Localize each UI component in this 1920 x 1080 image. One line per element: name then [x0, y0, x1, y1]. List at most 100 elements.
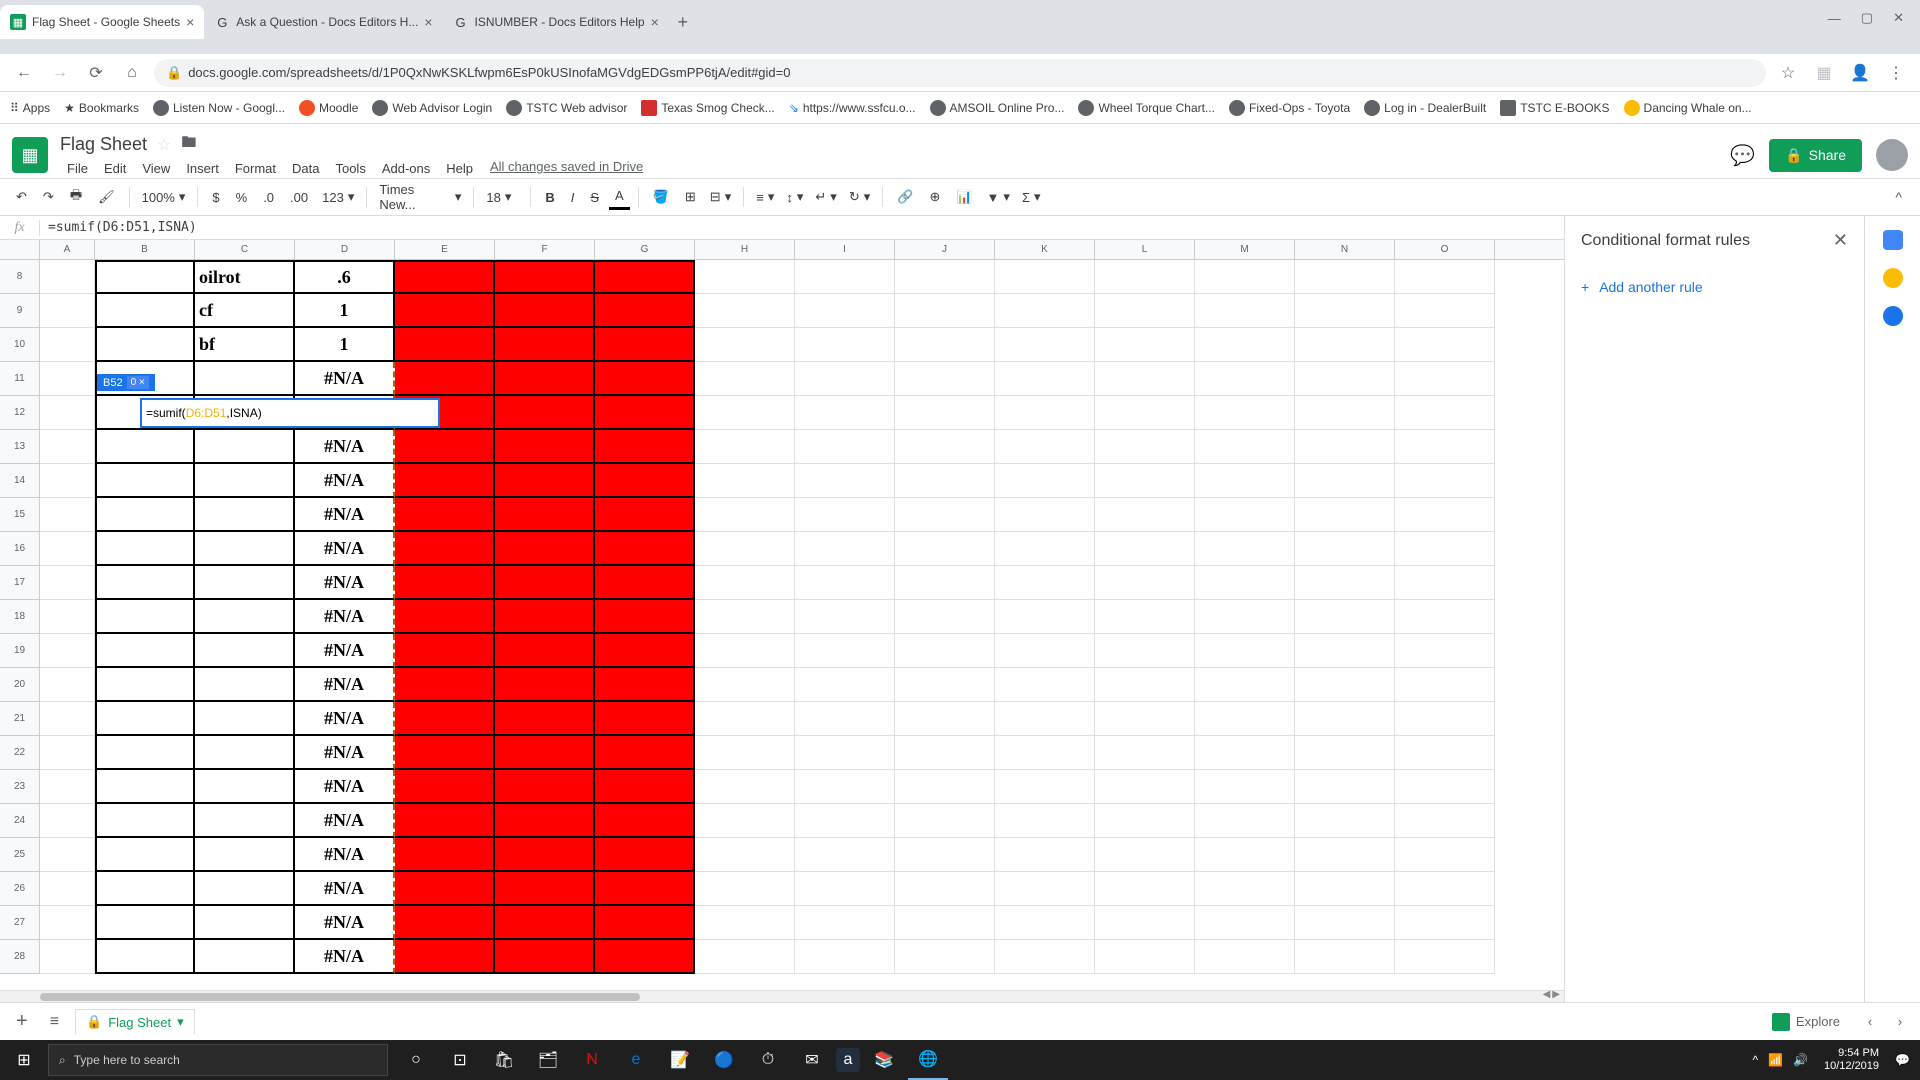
- text-color-icon[interactable]: A: [609, 184, 630, 210]
- row-header[interactable]: 21: [0, 702, 40, 736]
- cell[interactable]: [495, 362, 595, 396]
- cell[interactable]: [1395, 940, 1495, 974]
- cell[interactable]: [695, 940, 795, 974]
- cell[interactable]: [195, 804, 295, 838]
- cell[interactable]: [795, 634, 895, 668]
- cell[interactable]: [995, 940, 1095, 974]
- functions-icon[interactable]: Σ▾: [1018, 187, 1045, 207]
- cell[interactable]: [1095, 328, 1195, 362]
- number-format-select[interactable]: 123▾: [318, 187, 358, 207]
- cell[interactable]: #N/A: [295, 838, 395, 872]
- cell[interactable]: [1295, 668, 1395, 702]
- row-header[interactable]: 9: [0, 294, 40, 328]
- chart-icon[interactable]: 📊: [950, 185, 978, 209]
- row-header[interactable]: 8: [0, 260, 40, 294]
- cell[interactable]: [895, 362, 995, 396]
- cell[interactable]: [595, 396, 695, 430]
- cell[interactable]: [1295, 736, 1395, 770]
- cell[interactable]: [40, 838, 95, 872]
- bookmark-item[interactable]: Fixed-Ops - Toyota: [1229, 100, 1350, 116]
- cell[interactable]: [795, 736, 895, 770]
- cell[interactable]: [995, 464, 1095, 498]
- task-view-icon[interactable]: ⊡: [440, 1040, 480, 1080]
- cell[interactable]: #N/A: [295, 634, 395, 668]
- cell[interactable]: [40, 940, 95, 974]
- cell[interactable]: [595, 736, 695, 770]
- cell[interactable]: [40, 668, 95, 702]
- cell[interactable]: [895, 906, 995, 940]
- cell[interactable]: [895, 872, 995, 906]
- cell[interactable]: [995, 294, 1095, 328]
- cell[interactable]: [595, 702, 695, 736]
- cell[interactable]: [95, 532, 195, 566]
- cell[interactable]: [40, 328, 95, 362]
- cell[interactable]: [595, 600, 695, 634]
- cell[interactable]: [40, 770, 95, 804]
- cell[interactable]: [595, 498, 695, 532]
- cell[interactable]: [40, 362, 95, 396]
- column-header[interactable]: J: [895, 240, 995, 259]
- valign-icon[interactable]: ↕▾: [782, 187, 807, 207]
- cell[interactable]: [995, 600, 1095, 634]
- cell[interactable]: [795, 906, 895, 940]
- cell[interactable]: [195, 600, 295, 634]
- cell[interactable]: [40, 294, 95, 328]
- cell[interactable]: [995, 770, 1095, 804]
- browser-tab[interactable]: G ISNUMBER - Docs Editors Help ×: [443, 5, 669, 39]
- cell[interactable]: [1295, 872, 1395, 906]
- cell[interactable]: [395, 260, 495, 294]
- cell[interactable]: #N/A: [295, 566, 395, 600]
- cell[interactable]: [395, 464, 495, 498]
- cell[interactable]: [1395, 872, 1495, 906]
- column-header[interactable]: K: [995, 240, 1095, 259]
- cell[interactable]: [695, 294, 795, 328]
- cell[interactable]: [1295, 396, 1395, 430]
- close-window-icon[interactable]: ✕: [1893, 10, 1904, 26]
- cell[interactable]: [95, 566, 195, 600]
- cell[interactable]: [40, 260, 95, 294]
- close-panel-icon[interactable]: ✕: [1833, 230, 1848, 251]
- cell[interactable]: [1395, 804, 1495, 838]
- cell[interactable]: [395, 362, 495, 396]
- cell[interactable]: [495, 940, 595, 974]
- cell[interactable]: [795, 328, 895, 362]
- cell[interactable]: [395, 532, 495, 566]
- cell[interactable]: [1295, 430, 1395, 464]
- column-header[interactable]: C: [195, 240, 295, 259]
- cell[interactable]: [1295, 770, 1395, 804]
- decrease-decimal-icon[interactable]: .0: [257, 186, 280, 209]
- rotate-icon[interactable]: ↻▾: [845, 187, 874, 207]
- cell[interactable]: [1395, 838, 1495, 872]
- cell[interactable]: [695, 770, 795, 804]
- close-tab-icon[interactable]: ×: [186, 14, 194, 30]
- cell[interactable]: [1095, 804, 1195, 838]
- maximize-icon[interactable]: ▢: [1861, 10, 1873, 26]
- cell[interactable]: [40, 634, 95, 668]
- cell[interactable]: [995, 430, 1095, 464]
- cell[interactable]: [95, 940, 195, 974]
- cell[interactable]: [595, 940, 695, 974]
- column-header[interactable]: I: [795, 240, 895, 259]
- cell[interactable]: [495, 770, 595, 804]
- cell[interactable]: [695, 498, 795, 532]
- cell[interactable]: [195, 668, 295, 702]
- cell[interactable]: [1095, 906, 1195, 940]
- cell[interactable]: [595, 906, 695, 940]
- cell[interactable]: [995, 566, 1095, 600]
- menu-insert[interactable]: Insert: [179, 159, 226, 178]
- zoom-select[interactable]: 100%▾: [138, 187, 190, 207]
- cell-editor[interactable]: =sumif(D6:D51,ISNA): [140, 398, 440, 428]
- cell[interactable]: [95, 906, 195, 940]
- cell[interactable]: [795, 600, 895, 634]
- extension-icon[interactable]: ▦: [1810, 59, 1838, 87]
- percent-icon[interactable]: %: [230, 186, 254, 209]
- cell[interactable]: [1195, 566, 1295, 600]
- borders-icon[interactable]: ⊞: [679, 185, 702, 209]
- cell[interactable]: [695, 906, 795, 940]
- bookmark-item[interactable]: TSTC Web advisor: [506, 100, 627, 116]
- cell[interactable]: [395, 804, 495, 838]
- cell[interactable]: [895, 736, 995, 770]
- fill-color-icon[interactable]: 🪣: [647, 185, 675, 209]
- cell[interactable]: [795, 362, 895, 396]
- cell[interactable]: [1395, 464, 1495, 498]
